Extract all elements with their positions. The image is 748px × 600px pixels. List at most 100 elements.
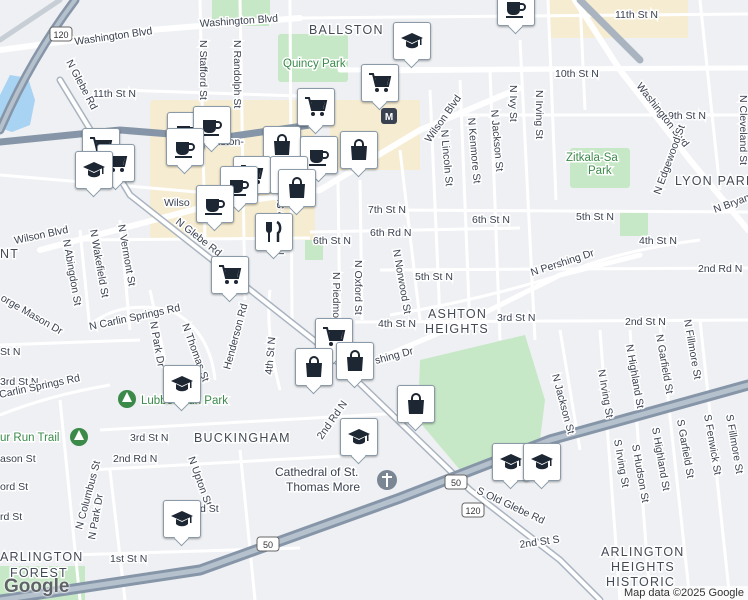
map-canvas[interactable]: 120 50 120 50 M BALLSTON LYON PARK ASHTO… — [0, 0, 748, 600]
label-thomas-more: Thomas More — [286, 480, 360, 494]
label-n-garfield-st: N Garfield St — [653, 333, 675, 394]
label-n-glebe-rd: N Glebe Rd — [63, 58, 99, 112]
label-washington-blvd-top: Washington Blvd — [74, 25, 153, 48]
graduation-cap-icon — [171, 376, 193, 392]
map-marker-graduation-cap[interactable] — [75, 151, 113, 189]
map-marker-graduation-cap[interactable] — [340, 418, 378, 456]
label-n-vermont-st: N Vermont St — [115, 223, 138, 287]
graduation-cap-icon — [171, 511, 193, 527]
label-zitkala-sa: Zitkala-Sa — [566, 152, 618, 164]
shopping-bag-icon — [351, 139, 367, 160]
shopping-bag-icon — [306, 356, 322, 377]
label-n-irving-st: N Irving St — [533, 90, 545, 139]
graduation-cap-icon — [83, 162, 105, 178]
metro-icon: M — [381, 108, 397, 124]
label-2nd-rd-n-right: 2nd Rd N — [698, 263, 742, 275]
restaurant-icon — [266, 220, 282, 242]
route-50-shield-right: 50 — [444, 474, 468, 490]
label-n-highland-st: N Highland St — [623, 343, 646, 409]
label-7th-st-n: 7th St N — [368, 204, 406, 216]
shopping-bag-icon — [289, 177, 305, 198]
label-11th-st-n-left: 11th St N — [93, 88, 136, 100]
label-s-highland-st: S Highland St — [649, 426, 672, 491]
label-rd-st: rd St — [0, 511, 22, 523]
label-4th-st-n: 4th St N — [378, 318, 416, 330]
shopping-bag-icon — [408, 393, 424, 414]
label-3rd-st-n-left: 3rd St N — [130, 432, 169, 444]
label-n-park-dr: N Park Dr — [147, 320, 167, 368]
graduation-cap-icon — [348, 429, 370, 445]
label-n-norwood-st: N Norwood St — [390, 248, 413, 315]
label-10th-st-n: 10th St N — [555, 68, 599, 80]
label-arlington-heights: ARLINGTON — [601, 545, 685, 559]
map-marker-shopping-bag[interactable] — [340, 131, 378, 169]
map-attribution[interactable]: Map data ©2025 Google — [619, 586, 748, 600]
coffee-icon — [175, 142, 195, 158]
label-wilson-blvd-c: Wilso — [164, 197, 190, 209]
svg-text:M: M — [385, 112, 393, 123]
label-2nd-st-n: 2nd St N — [625, 316, 666, 328]
map-marker-shopping-cart[interactable] — [211, 256, 249, 294]
label-n-abingdon-st: N Abingdon St — [60, 238, 83, 306]
label-2nd-st-n-left: St N — [0, 346, 20, 358]
label-pershing-dr-left: shing Dr — [374, 345, 415, 367]
coffee-icon — [309, 150, 329, 166]
label-n-cleveland-st: N Cleveland St — [737, 95, 748, 165]
label-3rd-st-n: 3rd St N — [497, 312, 536, 324]
label-quincy-park: Quincy Park — [283, 58, 346, 70]
svg-text:120: 120 — [53, 30, 68, 40]
label-n-ivy-st: N Ivy St — [507, 85, 519, 122]
label-cathedral: Cathedral of St. — [275, 465, 358, 479]
shopping-cart-icon — [305, 97, 328, 116]
map-marker-shopping-bag[interactable] — [295, 348, 333, 386]
map-marker-shopping-bag[interactable] — [397, 385, 435, 423]
svg-text:120: 120 — [465, 506, 480, 516]
map-marker-graduation-cap[interactable] — [523, 443, 561, 481]
label-5th-st-n-right: 5th St N — [576, 211, 614, 223]
map-marker-coffee[interactable] — [166, 128, 204, 166]
map-marker-graduation-cap[interactable] — [393, 22, 431, 60]
label-n-kenmore-st: N Kenmore St — [465, 117, 483, 184]
label-s-hudson-st: S Hudson St — [629, 443, 651, 503]
map-marker-graduation-cap[interactable] — [163, 365, 201, 403]
label-5th-st-n: 5th St N — [415, 271, 453, 283]
label-n-irving-st-south: N Irving St — [595, 368, 615, 418]
label-ashton-heights: HEIGHTS — [425, 322, 489, 336]
map-marker-shopping-bag[interactable] — [336, 342, 374, 380]
route-50-shield-left: 50 — [256, 536, 280, 552]
label-ashton: ASHTON — [428, 307, 487, 321]
label-11th-st-n: 11th St N — [615, 9, 658, 21]
graduation-cap-icon — [401, 33, 423, 49]
svg-text:50: 50 — [451, 478, 461, 488]
map-marker-graduation-cap[interactable] — [163, 500, 201, 538]
google-logo: Google — [4, 576, 70, 597]
label-s-irving-st: S Irving St — [611, 438, 631, 488]
label-6th-st-n: 6th St N — [313, 235, 351, 247]
cathedral-icon — [377, 470, 397, 490]
map-marker-shopping-cart[interactable] — [297, 88, 335, 126]
graduation-cap-icon — [531, 454, 553, 470]
label-buckingham: BUCKINGHAM — [194, 431, 291, 445]
map-marker-shopping-bag[interactable] — [278, 169, 316, 207]
label-george-mason-dr: orge Mason Dr — [0, 292, 65, 337]
park-tree-icon — [118, 390, 136, 408]
label-ord-st: ord St — [0, 481, 28, 493]
map-marker-restaurant[interactable] — [255, 213, 293, 251]
label-ballston: BALLSTON — [309, 23, 384, 37]
route-120-shield-top: 120 — [49, 26, 73, 42]
label-nt: NT — [0, 247, 19, 261]
map-marker-coffee[interactable] — [497, 0, 535, 26]
coffee-icon — [506, 2, 526, 18]
label-ason-st: ason St — [0, 453, 36, 465]
label-henderson-rd: Henderson Rd — [221, 302, 250, 371]
label-n-oxford-st: N Oxford St — [352, 260, 364, 315]
label-s-garfield-st: S Garfield St — [674, 418, 696, 479]
map-marker-shopping-cart[interactable] — [361, 64, 399, 102]
map-marker-coffee[interactable] — [196, 185, 234, 223]
label-s-fenwick-st: S Fenwick St — [701, 413, 723, 476]
label-four-mile-run-trail: ur Run Trail — [0, 432, 59, 444]
shopping-bag-icon — [274, 134, 290, 155]
label-n-lincoln-st: N Lincoln St — [438, 129, 455, 187]
label-4th-st-n-right: 4th St N — [639, 235, 677, 247]
shopping-cart-icon — [219, 265, 242, 284]
